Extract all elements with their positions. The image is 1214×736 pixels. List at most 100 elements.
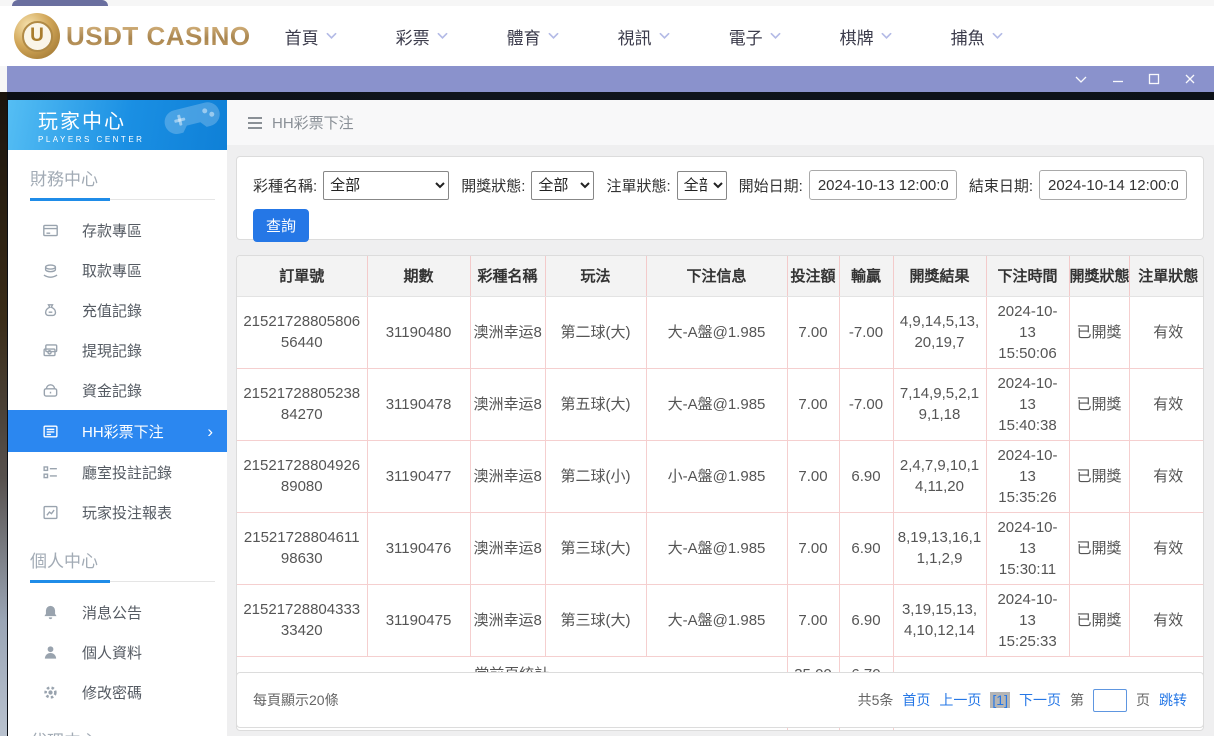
cell-bet_time: 2024-10-13 15:25:33: [986, 584, 1069, 656]
cell-order_no: 2152172880461198630: [237, 512, 367, 584]
cell-play_type: 第二球(大): [545, 296, 646, 368]
sidebar-item-hh-lottery-bets[interactable]: HH彩票下注›: [8, 410, 227, 452]
nav-item-home[interactable]: 首頁: [285, 24, 337, 49]
end-date-input[interactable]: [1039, 170, 1187, 200]
sidebar-item-funds-record[interactable]: 資金記錄: [8, 370, 227, 410]
cell-play_type: 第三球(大): [545, 512, 646, 584]
start-date-input[interactable]: [809, 170, 957, 200]
nav-item-video[interactable]: 視訊: [618, 24, 670, 49]
nav-item-lottery[interactable]: 彩票: [396, 24, 448, 49]
cell-lottery_name: 澳洲幸运8: [470, 440, 545, 512]
prev-page-link[interactable]: 上一页: [939, 690, 981, 710]
titlebar-chevron-down-button[interactable]: [1074, 75, 1088, 84]
sidebar-section-title: 財務中心: [30, 165, 215, 200]
cell-win_loss: -7.00: [839, 296, 893, 368]
sidebar-item-notices[interactable]: 消息公告: [8, 592, 227, 632]
chevron-down-icon: [659, 32, 670, 40]
col-header-bet_info: 下注信息: [646, 256, 787, 296]
cell-draw_status: 已開獎: [1069, 440, 1129, 512]
cell-bet_info: 小-A盤@1.985: [646, 440, 787, 512]
table-row: 215217288058065644031190480澳洲幸运8第二球(大)大-…: [237, 296, 1204, 368]
nav-item-label: 視訊: [618, 24, 652, 49]
gear-icon: [42, 683, 60, 701]
cell-period: 31190478: [367, 368, 470, 440]
page-title: HH彩票下注: [272, 112, 354, 133]
titlebar-maximize-button[interactable]: [1148, 73, 1160, 85]
end-date-label: 結束日期:: [969, 175, 1033, 196]
order-status-select[interactable]: 全部: [677, 171, 727, 200]
sidebar: 玩家中心 PLAYERS CENTER 財務中心存款專區取款專區充值記錄提現記錄…: [8, 100, 227, 736]
sidebar-item-profile[interactable]: 個人資料: [8, 632, 227, 672]
table-row: 215217288046119863031190476澳洲幸运8第三球(大)大-…: [237, 512, 1204, 584]
cell-draw_status: 已開獎: [1069, 584, 1129, 656]
bet-table-panel: 訂單號期數彩種名稱玩法下注信息投注額輸贏開獎結果下注時間開獎狀態注單狀態2152…: [236, 255, 1204, 731]
pagination-bar: 每頁顯示20條 共5条 首页 上一页 [1] 下一页 第 页 跳转: [236, 672, 1204, 728]
page-jump-input[interactable]: [1093, 689, 1127, 712]
cell-lottery_name: 澳洲幸运8: [470, 296, 545, 368]
sidebar-item-withdrawal-record[interactable]: 提現記錄: [8, 330, 227, 370]
cell-order_status: 有效: [1129, 368, 1204, 440]
nav-item-fishing[interactable]: 捕魚: [951, 24, 1003, 49]
chevron-down-icon: [770, 32, 781, 40]
main-nav: 首頁 彩票 體育 視訊 電子 棋牌 捕魚: [285, 24, 1003, 49]
lottery-name-select[interactable]: 全部: [323, 171, 449, 200]
cell-win_loss: 6.90: [839, 512, 893, 584]
sidebar-item-label: 資金記錄: [82, 380, 142, 401]
table-row: 215217288052388427031190478澳洲幸运8第五球(大)大-…: [237, 368, 1204, 440]
sidebar-item-player-bet-report[interactable]: 玩家投注報表: [8, 492, 227, 532]
cell-bet_info: 大-A盤@1.985: [646, 584, 787, 656]
current-page-indicator[interactable]: [1]: [990, 692, 1010, 708]
brand[interactable]: U USDT CASINO: [14, 13, 251, 59]
sidebar-item-label: 充值記錄: [82, 300, 142, 321]
nav-item-label: 捕魚: [951, 24, 985, 49]
titlebar-close-button[interactable]: [1184, 73, 1196, 85]
sidebar-item-recharge-record[interactable]: 充值記錄: [8, 290, 227, 330]
purse-icon: [42, 381, 60, 399]
search-button[interactable]: 查詢: [253, 209, 309, 242]
sidebar-item-deposit[interactable]: 存款專區: [8, 210, 227, 250]
chevron-down-icon: [992, 32, 1003, 40]
nav-item-electronic[interactable]: 電子: [729, 24, 781, 49]
cell-bet_info: 大-A盤@1.985: [646, 296, 787, 368]
cell-play_type: 第二球(小): [545, 440, 646, 512]
next-page-link[interactable]: 下一页: [1019, 690, 1061, 710]
first-page-link[interactable]: 首页: [902, 690, 930, 710]
sidebar-header: 玩家中心 PLAYERS CENTER: [8, 100, 227, 150]
table-row: 215217288049268908031190477澳洲幸运8第二球(小)小-…: [237, 440, 1204, 512]
total-count-text: 共5条: [858, 690, 894, 710]
brand-logo-icon: U: [14, 13, 60, 59]
jump-suffix-label: 页: [1136, 690, 1150, 710]
jump-button[interactable]: 跳转: [1159, 690, 1187, 710]
window-titlebar: [7, 66, 1214, 92]
nav-item-sports[interactable]: 體育: [507, 24, 559, 49]
chevron-down-icon: [548, 32, 559, 40]
col-header-lottery_name: 彩種名稱: [470, 256, 545, 296]
cell-play_type: 第五球(大): [545, 368, 646, 440]
bet-table: 訂單號期數彩種名稱玩法下注信息投注額輸贏開獎結果下注時間開獎狀態注單狀態2152…: [237, 256, 1204, 730]
col-header-draw_status: 開獎狀態: [1069, 256, 1129, 296]
brand-name: USDT CASINO: [66, 21, 251, 52]
col-header-period: 期數: [367, 256, 470, 296]
nav-item-chess[interactable]: 棋牌: [840, 24, 892, 49]
cell-order_status: 有效: [1129, 584, 1204, 656]
nav-item-label: 彩票: [396, 24, 430, 49]
start-date-label: 開始日期:: [739, 175, 803, 196]
sidebar-item-hall-bet-record[interactable]: 廳室投註記錄: [8, 452, 227, 492]
app-window: 玩家中心 PLAYERS CENTER 財務中心存款專區取款專區充值記錄提現記錄…: [7, 92, 1214, 736]
col-header-order_no: 訂單號: [237, 256, 367, 296]
sidebar-item-withdraw[interactable]: 取款專區: [8, 250, 227, 290]
sidebar-item-change-password[interactable]: 修改密碼: [8, 672, 227, 712]
titlebar-minimize-button[interactable]: [1112, 73, 1124, 85]
sidebar-section-finance: 財務中心存款專區取款專區充值記錄提現記錄資金記錄 HH彩票下注›廳室投註記錄玩家投…: [8, 165, 227, 532]
sidebar-item-label: HH彩票下注: [82, 421, 164, 442]
sidebar-section-title: 代理中心: [30, 727, 215, 736]
chevron-down-icon: [881, 32, 892, 40]
menu-icon[interactable]: [247, 116, 263, 130]
cell-order_no: 2152172880523884270: [237, 368, 367, 440]
cell-bet_amount: 7.00: [787, 584, 839, 656]
col-header-draw_result: 開獎結果: [893, 256, 986, 296]
draw-status-select[interactable]: 全部: [531, 171, 594, 200]
sidebar-section-personal: 個人中心消息公告個人資料修改密碼: [8, 547, 227, 712]
cell-draw_status: 已開獎: [1069, 512, 1129, 584]
filter-panel: 彩種名稱: 全部 開獎狀態: 全部 注單狀態: 全部 開始日期: 結束日期: 查…: [236, 156, 1204, 240]
